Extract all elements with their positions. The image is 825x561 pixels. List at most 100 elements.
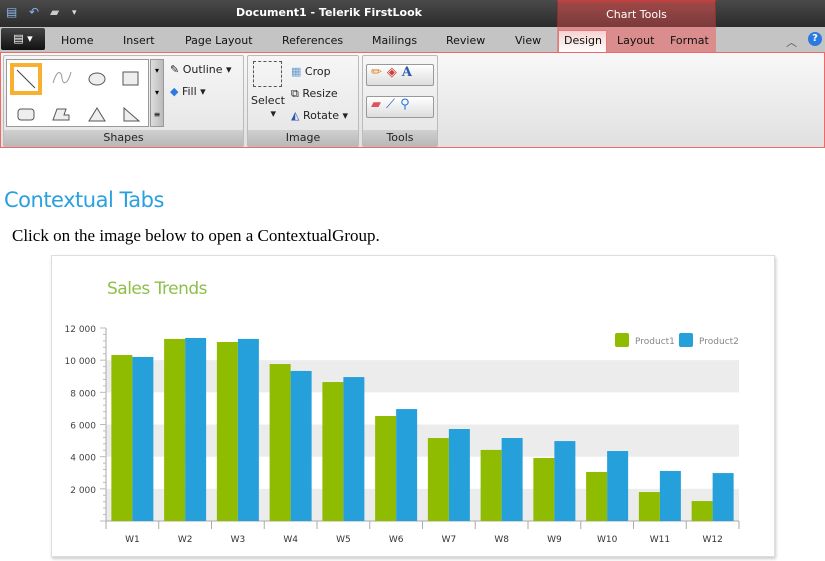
print-icon[interactable]: ▰: [50, 5, 59, 19]
window-title: Document1 - Telerik FirstLook: [236, 6, 422, 19]
context-group-label: Chart Tools: [606, 8, 667, 21]
resize-button[interactable]: ⧉ Resize: [291, 87, 338, 101]
bar-product1-w4: [269, 364, 291, 521]
undo-icon[interactable]: ↶: [29, 5, 39, 19]
eraser-tool-icon[interactable]: ▰: [371, 97, 386, 112]
zoom-tool-icon[interactable]: ⚲: [400, 97, 415, 112]
rectangle-shape-icon[interactable]: [122, 71, 140, 87]
x-tick-label: W4: [283, 535, 298, 545]
oval-shape-icon[interactable]: [87, 72, 107, 86]
bar-product1-w5: [322, 382, 344, 521]
crop-button[interactable]: ▦ Crop: [291, 65, 331, 78]
y-tick-label: 4 000: [70, 454, 96, 464]
pencil-tool-icon[interactable]: ✏: [371, 65, 387, 80]
curve-shape-icon[interactable]: [52, 70, 72, 86]
bar-product2-w7: [448, 429, 470, 521]
x-tick-label: W5: [336, 535, 351, 545]
text-tool-icon[interactable]: A: [402, 65, 417, 80]
bar-product2-w8: [501, 438, 523, 521]
bar-product1-w11: [638, 492, 660, 521]
paint-tool-icon[interactable]: ◈: [387, 65, 402, 80]
outline-label: Outline: [182, 63, 223, 76]
bar-product1-w12: [691, 501, 713, 521]
bar-product2-w3: [237, 338, 259, 521]
rounded-rectangle-shape-icon[interactable]: [17, 108, 37, 122]
bar-product1-w3: [216, 341, 238, 521]
bar-product1-w1: [111, 355, 133, 521]
bar-product2-w12: [712, 473, 734, 521]
copy-icon[interactable]: ▤: [6, 5, 17, 19]
y-tick-label: 6 000: [70, 422, 96, 432]
x-tick-label: W10: [597, 535, 618, 545]
tools-group-label: Tools: [363, 130, 437, 146]
bar-product2-w6: [396, 409, 418, 521]
tools-row-2: ▰⟋⚲: [366, 96, 434, 118]
rotate-label: Rotate: [302, 109, 339, 122]
rotate-button[interactable]: ◭ Rotate ▾: [291, 109, 348, 122]
tab-review[interactable]: Review: [446, 34, 485, 47]
tab-layout[interactable]: Layout: [617, 34, 654, 47]
crop-icon: ▦: [291, 65, 302, 78]
tab-design[interactable]: Design: [564, 34, 602, 47]
tab-references[interactable]: References: [282, 34, 343, 47]
customize-dropdown-icon[interactable]: ▾: [72, 8, 77, 18]
page-heading: Contextual Tabs: [4, 188, 164, 212]
tools-row-1: ✏◈A: [366, 64, 434, 86]
intro-text: Click on the image below to open a Conte…: [12, 226, 380, 245]
bar-product2-w2: [185, 337, 207, 521]
x-tick-label: W9: [547, 535, 562, 545]
bar-product2-w5: [343, 377, 365, 521]
select-button[interactable]: Select ▾: [251, 94, 285, 120]
y-tick-label: 8 000: [70, 389, 96, 399]
resize-icon: ⧉: [291, 87, 299, 100]
y-tick-label: 2 000: [70, 486, 96, 496]
bar-product2-w1: [132, 356, 154, 521]
bar-product2-w9: [554, 441, 576, 521]
x-tick-label: W3: [231, 535, 246, 545]
bar-chart: 2 000 4 000 6 000 8 000 10 000 12 000 W1 W2 W3 W4…: [65, 325, 740, 545]
chart-image[interactable]: Sales Trends 2 000 4 000 6 000 8 000 10 000 1…: [51, 255, 775, 557]
paint-bucket-icon: ◆: [170, 85, 179, 98]
bar-product1-w6: [375, 415, 397, 521]
right-triangle-shape-icon[interactable]: [122, 107, 142, 123]
help-icon[interactable]: ?: [808, 32, 822, 46]
x-tick-label: W6: [389, 535, 404, 545]
image-group: Select ▾ ▦ Crop ⧉ Resize ◭ Rotate ▾ Imag…: [247, 55, 359, 147]
fill-button[interactable]: ◆ Fill ▾: [170, 85, 206, 98]
bar-product1-w10: [586, 471, 608, 521]
shapes-group: ▾ ▾ ≡ ✎ Outline ▾ ◆ Fill ▾ Shapes: [3, 55, 244, 147]
x-tick-label: W2: [178, 535, 193, 545]
bar-product2-w11: [659, 470, 681, 521]
application-menu-button[interactable]: ▤ ▾: [1, 28, 45, 50]
legend-swatch-product1: [615, 333, 629, 347]
bar-product1-w9: [533, 457, 555, 521]
line-shape-icon[interactable]: [10, 63, 42, 95]
resize-label: Resize: [302, 87, 338, 100]
gallery-scroll-buttons[interactable]: ▾ ▾ ≡: [150, 59, 164, 127]
tab-page-layout[interactable]: Page Layout: [185, 34, 253, 47]
shapes-gallery[interactable]: [6, 59, 149, 127]
minimize-ribbon-icon[interactable]: ︿: [786, 34, 797, 50]
tab-insert[interactable]: Insert: [123, 34, 155, 47]
eyedropper-tool-icon[interactable]: ⟋: [386, 97, 400, 112]
outline-button[interactable]: ✎ Outline ▾: [170, 63, 232, 76]
y-tick-label: 12 000: [65, 325, 97, 335]
crop-label: Crop: [304, 65, 331, 78]
bar-product1-w2: [164, 338, 186, 521]
bar-product2-w4: [290, 370, 312, 521]
triangle-shape-icon[interactable]: [87, 107, 107, 123]
tab-view[interactable]: View: [515, 34, 541, 47]
tab-mailings[interactable]: Mailings: [372, 34, 417, 47]
image-group-label: Image: [248, 130, 358, 146]
y-tick-label: 10 000: [65, 357, 97, 367]
tab-home[interactable]: Home: [61, 34, 93, 47]
trapezoid-shape-icon[interactable]: [52, 108, 72, 122]
select-label: Select: [251, 94, 285, 107]
x-tick-label: W12: [702, 535, 722, 545]
ribbon: ▾ ▾ ≡ ✎ Outline ▾ ◆ Fill ▾ Shapes Select ▾…: [0, 52, 825, 148]
pencil-icon: ✎: [170, 63, 180, 76]
tab-format[interactable]: Format: [670, 34, 709, 47]
bar-product1-w8: [480, 449, 502, 521]
legend-label-product2: Product2: [699, 337, 739, 347]
x-tick-label: W11: [650, 535, 670, 545]
